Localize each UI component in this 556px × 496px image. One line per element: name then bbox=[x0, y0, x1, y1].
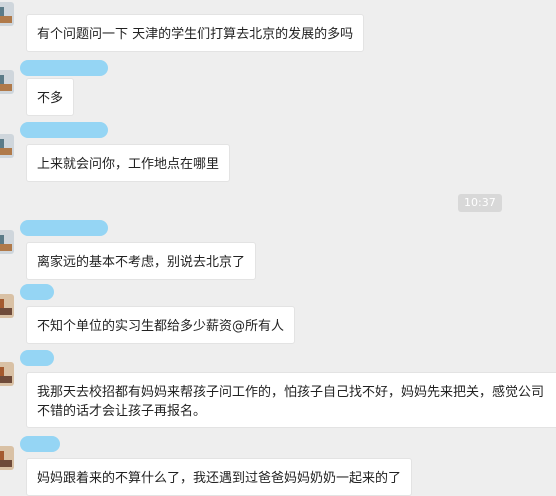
avatar-graphic bbox=[0, 84, 12, 91]
avatar-graphic bbox=[0, 16, 12, 23]
message-bubble[interactable]: 妈妈跟着来的不算什么了，我还遇到过爸爸妈妈奶奶一起来的了 bbox=[26, 458, 413, 496]
avatar-graphic bbox=[0, 148, 12, 155]
avatar-graphic bbox=[0, 376, 12, 383]
avatar[interactable] bbox=[0, 2, 14, 26]
sender-name-redacted bbox=[20, 122, 108, 138]
avatar-graphic bbox=[0, 308, 12, 315]
message-bubble[interactable]: 我那天去校招都有妈妈来帮孩子问工作的，怕孩子自己找不好，妈妈先来把关，感觉公司不… bbox=[26, 372, 556, 428]
message-bubble[interactable]: 离家远的基本不考虑，别说去北京了 bbox=[26, 242, 257, 280]
message-bubble[interactable]: 不知个单位的实习生都给多少薪资@所有人 bbox=[26, 306, 296, 344]
avatar[interactable] bbox=[0, 446, 14, 470]
avatar[interactable] bbox=[0, 230, 14, 254]
sender-name-redacted bbox=[20, 350, 54, 366]
sender-name-redacted bbox=[20, 284, 54, 300]
message-bubble[interactable]: 不多 bbox=[26, 78, 75, 116]
avatar[interactable] bbox=[0, 362, 14, 386]
message-bubble[interactable]: 上来就会问你，工作地点在哪里 bbox=[26, 144, 231, 182]
sender-name-redacted bbox=[20, 220, 108, 236]
sender-name-redacted bbox=[20, 436, 60, 452]
avatar[interactable] bbox=[0, 134, 14, 158]
sender-name-redacted bbox=[20, 60, 108, 76]
avatar[interactable] bbox=[0, 294, 14, 318]
avatar[interactable] bbox=[0, 70, 14, 94]
message-bubble[interactable]: 有个问题问一下 天津的学生们打算去北京的发展的多吗 bbox=[26, 14, 365, 52]
timestamp: 10:37 bbox=[458, 194, 502, 212]
avatar-graphic bbox=[0, 244, 12, 251]
avatar-graphic bbox=[0, 460, 12, 467]
chat-window: 有个问题问一下 天津的学生们打算去北京的发展的多吗 不多 上来就会问你，工作地点… bbox=[0, 0, 556, 496]
